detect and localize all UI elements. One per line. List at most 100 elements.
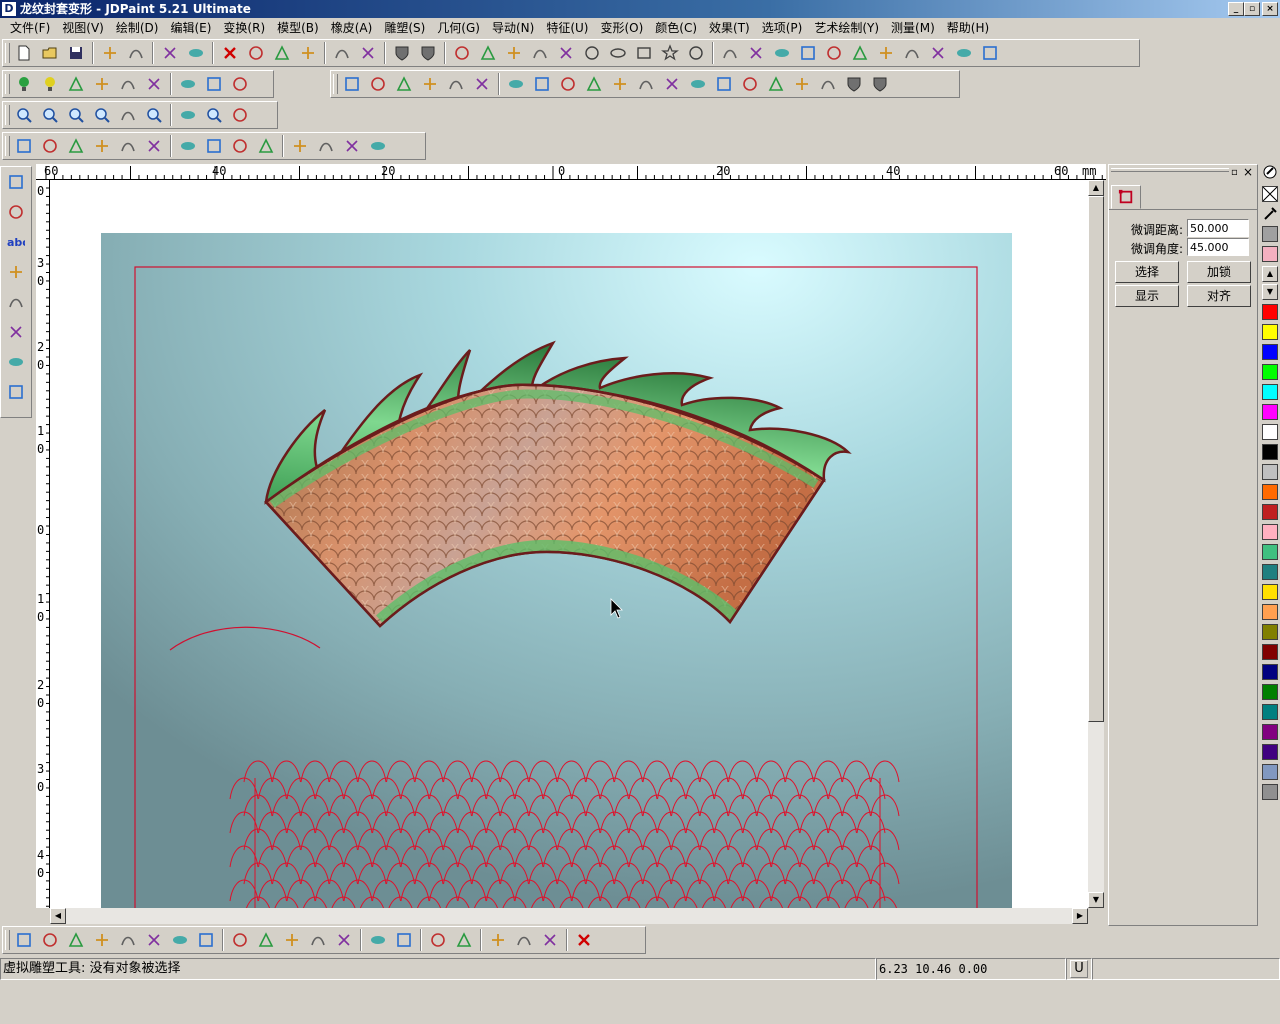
select-button[interactable]: 选择 xyxy=(1115,261,1179,283)
color-swatch[interactable] xyxy=(1262,604,1278,620)
fillet-icon[interactable] xyxy=(769,41,795,65)
scroll-left-button[interactable]: ◀ xyxy=(50,908,66,924)
undo-icon[interactable] xyxy=(157,41,183,65)
color-swatch[interactable] xyxy=(1262,624,1278,640)
color-swatch[interactable] xyxy=(1262,784,1278,800)
align-center-icon[interactable] xyxy=(529,72,555,96)
vertical-scroll-thumb[interactable] xyxy=(1088,196,1104,722)
menu-item[interactable]: 变换(R) xyxy=(217,18,271,38)
eraser-icon[interactable] xyxy=(63,134,89,158)
gradient-swatch[interactable] xyxy=(1262,226,1278,242)
relief-icon[interactable] xyxy=(141,134,167,158)
cube-view-icon[interactable] xyxy=(329,41,355,65)
color-swatch[interactable] xyxy=(1262,504,1278,520)
star-icon[interactable] xyxy=(657,41,683,65)
menu-item[interactable]: 艺术绘制(Y) xyxy=(808,18,885,38)
scroll-right-button[interactable]: ▶ xyxy=(1072,908,1088,924)
diamond-icon[interactable] xyxy=(115,72,141,96)
horizontal-scrollbar[interactable]: ◀ ▶ xyxy=(50,908,1088,924)
shape-icon[interactable] xyxy=(1,257,31,287)
menu-item[interactable]: 效果(T) xyxy=(703,18,756,38)
hammer-icon[interactable] xyxy=(365,134,391,158)
extend-icon[interactable] xyxy=(743,41,769,65)
corner-icon[interactable] xyxy=(821,41,847,65)
scroll-down-button[interactable]: ▼ xyxy=(1088,892,1104,908)
brush-icon[interactable] xyxy=(63,72,89,96)
color-swatch[interactable] xyxy=(1262,664,1278,680)
frame-icon[interactable] xyxy=(899,41,925,65)
snap-perp-icon[interactable] xyxy=(167,928,193,952)
restore-button[interactable]: ▫ xyxy=(1244,2,1260,16)
angle-icon[interactable] xyxy=(443,72,469,96)
diamond-c-icon[interactable] xyxy=(331,928,357,952)
text-icon[interactable]: abc xyxy=(1,227,31,257)
light-bulb-yellow-icon[interactable] xyxy=(37,72,63,96)
crosshair-icon[interactable] xyxy=(97,41,123,65)
fill-icon[interactable] xyxy=(1,347,31,377)
panel-tab-node-edit[interactable] xyxy=(1111,185,1141,209)
ungroup-icon[interactable] xyxy=(951,41,977,65)
menu-item[interactable]: 特征(U) xyxy=(540,18,594,38)
panel-pin-icon[interactable]: ▫ xyxy=(1231,167,1238,178)
menu-item[interactable]: 绘制(D) xyxy=(110,18,165,38)
nodes-icon[interactable] xyxy=(89,72,115,96)
cut-icon[interactable] xyxy=(243,41,269,65)
color-swatch[interactable] xyxy=(1262,404,1278,420)
color-swatch[interactable] xyxy=(1262,484,1278,500)
menu-item[interactable]: 测量(M) xyxy=(885,18,941,38)
lock-button[interactable]: 加锁 xyxy=(1187,261,1251,283)
diamond-orange-icon[interactable] xyxy=(201,134,227,158)
snap-arc-icon[interactable] xyxy=(63,928,89,952)
pen-icon[interactable] xyxy=(1,317,31,347)
box-corner-icon[interactable] xyxy=(417,72,443,96)
diamond-b-icon[interactable] xyxy=(305,928,331,952)
dimension-icon[interactable] xyxy=(365,72,391,96)
align-left-icon[interactable] xyxy=(503,72,529,96)
menu-item[interactable]: 导动(N) xyxy=(486,18,540,38)
combine-icon[interactable] xyxy=(977,41,1003,65)
circle-icon[interactable] xyxy=(579,41,605,65)
flask-icon[interactable] xyxy=(227,72,253,96)
wave-icon[interactable] xyxy=(685,72,711,96)
offset-icon[interactable] xyxy=(847,41,873,65)
palette-scroll-down[interactable]: ▼ xyxy=(1262,284,1278,300)
magnify-icon[interactable] xyxy=(201,103,227,127)
join-icon[interactable] xyxy=(511,928,537,952)
brain-icon[interactable] xyxy=(175,134,201,158)
delete-icon[interactable] xyxy=(217,41,243,65)
align-button[interactable]: 对齐 xyxy=(1187,285,1251,307)
color-swatch[interactable] xyxy=(1262,684,1278,700)
stack-icon[interactable] xyxy=(815,72,841,96)
color-swatch[interactable] xyxy=(1262,644,1278,660)
menu-item[interactable]: 颜色(C) xyxy=(649,18,703,38)
slot-icon[interactable] xyxy=(873,41,899,65)
lift3-icon[interactable] xyxy=(339,134,365,158)
trim-icon[interactable] xyxy=(717,41,743,65)
zoom-out-icon[interactable] xyxy=(63,103,89,127)
spiral-icon[interactable] xyxy=(711,72,737,96)
cup-icon[interactable] xyxy=(841,72,867,96)
move-icon[interactable] xyxy=(175,103,201,127)
rotate-icon[interactable] xyxy=(469,72,495,96)
color-swatch[interactable] xyxy=(1262,344,1278,360)
zoom-window-icon[interactable] xyxy=(11,103,37,127)
color-swatch[interactable] xyxy=(1262,764,1278,780)
layer-down-icon[interactable] xyxy=(391,928,417,952)
split-icon[interactable] xyxy=(485,928,511,952)
book-icon[interactable] xyxy=(175,72,201,96)
color-swatch[interactable] xyxy=(1262,444,1278,460)
disk-icon[interactable] xyxy=(253,134,279,158)
vertical-scrollbar[interactable]: ▲ ▼ xyxy=(1088,180,1104,908)
distribute-icon[interactable] xyxy=(555,72,581,96)
point-icon[interactable] xyxy=(449,41,475,65)
refresh-icon[interactable] xyxy=(227,103,253,127)
group-icon[interactable] xyxy=(925,41,951,65)
menu-item[interactable]: 变形(O) xyxy=(594,18,649,38)
color-swatch[interactable] xyxy=(1262,704,1278,720)
color-swatch[interactable] xyxy=(1262,724,1278,740)
shield-dark-icon[interactable] xyxy=(415,41,441,65)
layers-icon[interactable] xyxy=(789,72,815,96)
frame-select-icon[interactable] xyxy=(537,928,563,952)
show-button[interactable]: 显示 xyxy=(1115,285,1179,307)
menu-item[interactable]: 文件(F) xyxy=(4,18,56,38)
